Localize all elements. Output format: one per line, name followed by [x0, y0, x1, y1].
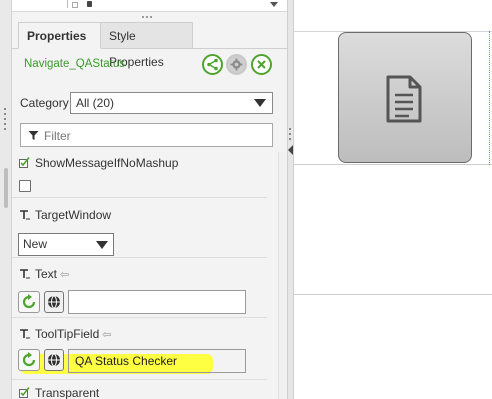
canvas-divider	[294, 294, 492, 295]
tree-connector	[67, 0, 68, 8]
refresh-button[interactable]	[18, 349, 40, 371]
bind-arrow-icon: ⇦	[102, 329, 112, 341]
globe-icon	[48, 353, 60, 367]
category-value: All (20)	[76, 96, 115, 110]
tab-style-properties[interactable]: Style Properties	[101, 22, 193, 69]
share-icon	[207, 58, 218, 71]
category-select[interactable]: All (20)	[70, 92, 273, 114]
widget-tree-strip	[12, 0, 287, 12]
filter-icon	[28, 131, 39, 140]
filter-placeholder: Filter	[44, 129, 71, 143]
gutter-grip[interactable]	[3, 108, 8, 140]
property-label: Text	[35, 267, 58, 281]
text-input[interactable]	[68, 290, 246, 314]
chevron-down-icon	[96, 241, 108, 249]
tree-node-icon[interactable]	[72, 2, 78, 8]
panel-resize-grip[interactable]	[142, 16, 156, 20]
design-canvas	[294, 0, 492, 399]
globe-icon	[48, 295, 60, 309]
document-icon	[386, 75, 422, 123]
localize-button[interactable]	[44, 291, 64, 313]
close-icon	[257, 60, 266, 69]
filter-field[interactable]: Filter	[20, 123, 273, 147]
property-label: ToolTipField	[35, 327, 100, 341]
widget-name: Navigate_QAStatus	[24, 58, 126, 70]
tree-dropdown-icon[interactable]	[270, 2, 278, 7]
app-root: Properties Style Properties Navigate_QAS…	[0, 0, 492, 399]
tooltip-input[interactable]: QA Status Checker	[68, 349, 246, 373]
target-window-value: New	[23, 237, 48, 251]
property-show-message: ShowMessageIfNoMashup	[12, 152, 267, 198]
tab-properties[interactable]: Properties	[18, 22, 101, 49]
property-label: TargetWindow	[35, 208, 112, 222]
panel-splitter[interactable]	[287, 0, 294, 399]
settings-button[interactable]	[226, 54, 247, 75]
text-type-icon	[20, 269, 30, 279]
property-label-row: ToolTipField ⇦	[35, 327, 111, 341]
chevron-down-icon	[254, 99, 266, 107]
localize-button[interactable]	[44, 349, 64, 371]
property-label-row: Text ⇦	[35, 267, 69, 281]
container-boundary	[489, 31, 490, 165]
boolean-icon	[19, 157, 30, 168]
category-label: Category	[20, 96, 69, 110]
text-type-icon	[20, 329, 30, 339]
show-message-checkbox[interactable]	[19, 180, 31, 192]
property-target-window: TargetWindow New	[12, 198, 267, 258]
refresh-icon	[22, 294, 36, 309]
remove-button[interactable]	[251, 54, 272, 75]
refresh-icon	[22, 352, 36, 367]
refresh-button[interactable]	[18, 291, 40, 313]
navigation-widget-tile[interactable]	[338, 32, 472, 163]
gutter-scroll-thumb[interactable]	[4, 168, 8, 208]
property-text: Text ⇦	[12, 258, 267, 318]
tab-bar: Properties Style Properties	[12, 22, 287, 69]
properties-panel: Properties Style Properties Navigate_QAS…	[12, 0, 287, 399]
boolean-icon	[19, 387, 30, 398]
lock-icon	[87, 1, 92, 7]
splitter-grip[interactable]	[289, 128, 291, 143]
text-type-icon	[20, 210, 30, 220]
gear-icon	[230, 58, 243, 71]
property-label: ShowMessageIfNoMashup	[35, 156, 179, 170]
property-transparent: Transparent	[12, 380, 267, 399]
target-window-select[interactable]: New	[18, 233, 114, 256]
property-label: Transparent	[35, 386, 100, 399]
collapse-arrow-icon[interactable]	[288, 145, 293, 155]
left-gutter[interactable]	[0, 0, 12, 399]
bind-arrow-icon: ⇦	[60, 269, 70, 281]
canvas-top-area	[294, 0, 492, 30]
property-scrollbar[interactable]	[278, 152, 287, 399]
share-button[interactable]	[202, 54, 223, 75]
